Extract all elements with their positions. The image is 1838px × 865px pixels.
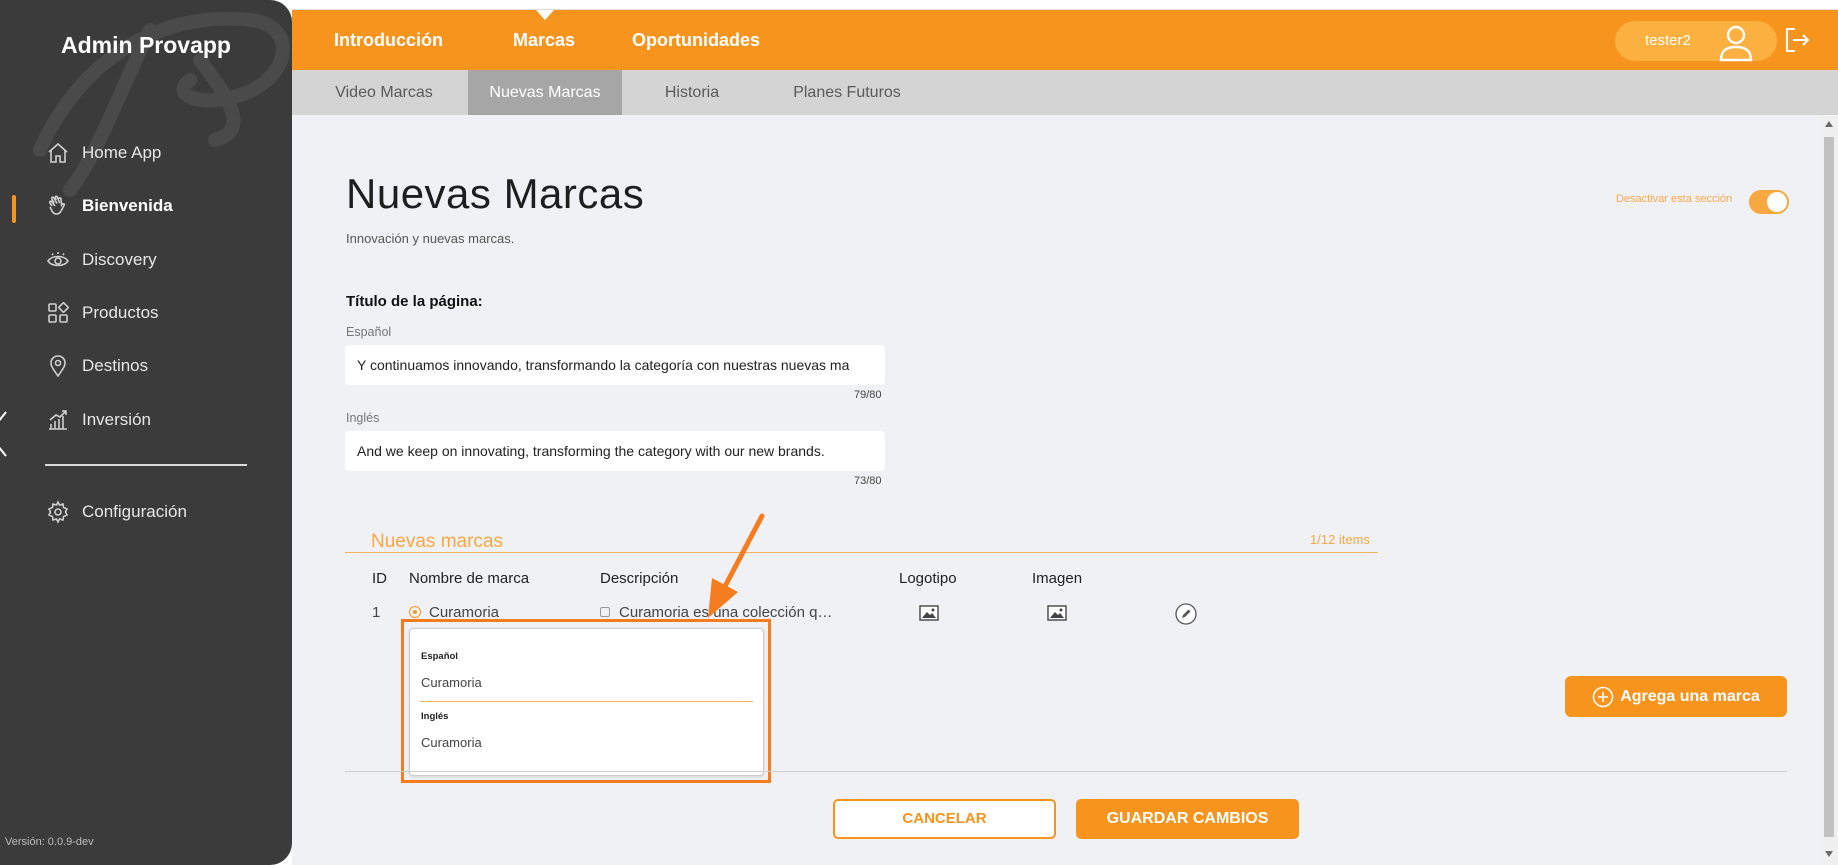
column-header-logo: Logotipo <box>899 570 957 587</box>
cancel-button[interactable]: CANCELAR <box>833 799 1056 839</box>
app-brand: Admin Provapp <box>61 32 231 58</box>
section-label: Título de la página: <box>346 293 483 310</box>
column-header-id: ID <box>372 570 387 587</box>
sidebar-item-label: Configuración <box>82 502 187 521</box>
column-header-image: Imagen <box>1032 570 1083 587</box>
logo-image-icon[interactable] <box>919 605 939 621</box>
tab-introduccion[interactable]: Introducción <box>334 10 443 70</box>
sidebar-item-label: Productos <box>82 303 159 322</box>
tab-marcas[interactable]: Marcas <box>513 10 575 70</box>
sidebar-item-configuracion[interactable]: Configuración <box>46 497 187 527</box>
top-strip <box>292 0 1838 10</box>
spanish-label: Español <box>346 325 392 339</box>
user-avatar-icon <box>1719 25 1753 62</box>
sub-navbar: Video Marcas Nuevas Marcas Historia Plan… <box>292 70 1838 115</box>
version-label: Versión: 0.0.9-dev <box>5 836 94 848</box>
text-icon <box>600 607 610 617</box>
sidebar-item-label: Inversión <box>82 410 151 429</box>
sidebar-item-discovery[interactable]: Discovery <box>46 245 157 275</box>
brands-count: 1/12 items <box>1310 532 1370 547</box>
sidebar-item-bienvenida[interactable]: Bienvenida <box>46 191 173 221</box>
page-subtitle: Innovación y nuevas marcas. <box>346 231 515 246</box>
grid-icon <box>48 302 69 323</box>
sidebar-item-label: Home App <box>82 143 162 162</box>
sidebar-item-label: Destinos <box>82 356 149 375</box>
sidebar-item-productos[interactable]: Productos <box>46 298 159 328</box>
subtab-nuevas-marcas[interactable]: Nuevas Marcas <box>468 70 622 115</box>
location-pin-icon <box>50 355 66 378</box>
subtab-video-marcas[interactable]: Video Marcas <box>314 70 454 115</box>
column-header-name: Nombre de marca <box>409 570 530 587</box>
radio-dot-icon <box>409 606 421 618</box>
logout-icon <box>1786 28 1810 52</box>
user-menu[interactable]: tester2 <box>1615 21 1777 62</box>
footer-divider <box>345 771 1787 772</box>
column-header-description: Descripción <box>600 570 679 587</box>
active-marker <box>12 195 16 223</box>
annotation-highlight-box <box>401 619 771 783</box>
scroll-thumb[interactable] <box>1824 137 1834 837</box>
title-spanish-input[interactable]: Y continuamos innovando, transformando l… <box>345 345 885 385</box>
toggle-knob <box>1767 192 1787 212</box>
plus-circle-icon <box>1592 686 1614 707</box>
spanish-counter: 79/80 <box>854 389 882 401</box>
title-english-input[interactable]: And we keep on innovating, transforming … <box>345 431 885 471</box>
scrollbar[interactable] <box>1820 115 1838 865</box>
sidebar-item-label: Bienvenida <box>82 196 173 215</box>
toggle-label: Desactivar esta sección <box>1616 193 1733 205</box>
row-id: 1 <box>372 604 381 621</box>
add-brand-button[interactable]: Agrega una marca <box>1565 676 1787 717</box>
top-navbar: Introducción Marcas Oportunidades tester… <box>292 10 1838 70</box>
add-brand-label: Agrega una marca <box>1620 687 1760 705</box>
sidebar: Admin Provapp Home App Bienvenida Discov… <box>0 0 292 865</box>
scroll-up-icon[interactable] <box>1825 121 1833 127</box>
english-label: Inglés <box>346 411 380 425</box>
logout-button[interactable] <box>1782 25 1812 55</box>
english-counter: 73/80 <box>854 475 882 487</box>
home-icon <box>48 142 68 163</box>
section-toggle[interactable] <box>1749 190 1789 214</box>
sidebar-divider <box>45 464 247 466</box>
sidebar-item-home-app[interactable]: Home App <box>46 138 161 168</box>
annotation-arrow-icon <box>708 513 765 618</box>
brands-title: Nuevas marcas <box>371 531 503 552</box>
sidebar-item-label: Discovery <box>82 250 157 269</box>
chart-growth-icon <box>49 410 67 430</box>
subtab-planes-futuros[interactable]: Planes Futuros <box>772 70 922 115</box>
wave-hand-icon <box>48 195 66 215</box>
username: tester2 <box>1645 32 1691 49</box>
page-title: Nuevas Marcas <box>346 170 645 217</box>
gear-icon <box>47 500 69 524</box>
subtab-historia[interactable]: Historia <box>632 70 752 115</box>
sidebar-item-destinos[interactable]: Destinos <box>46 351 148 381</box>
image-icon[interactable] <box>1047 605 1067 621</box>
eye-icon <box>47 252 69 267</box>
collapse-chevron-icon[interactable] <box>0 410 8 458</box>
edit-pencil-icon[interactable] <box>1175 603 1197 625</box>
scroll-down-icon[interactable] <box>1825 851 1833 857</box>
save-button[interactable]: GUARDAR CAMBIOS <box>1076 799 1299 839</box>
tab-oportunidades[interactable]: Oportunidades <box>632 10 760 70</box>
sidebar-item-inversion[interactable]: Inversión <box>46 405 151 435</box>
